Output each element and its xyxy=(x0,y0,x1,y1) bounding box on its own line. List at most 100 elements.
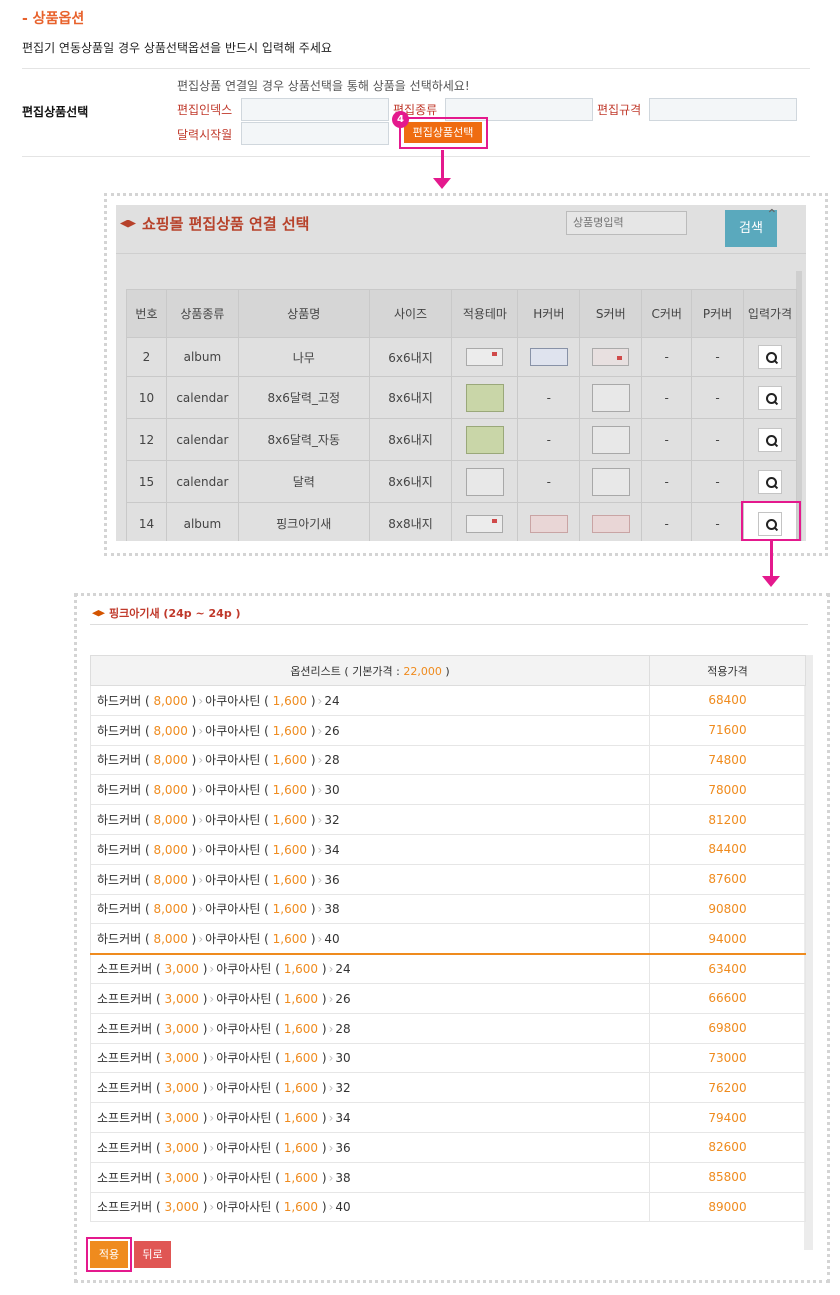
table-row[interactable]: 10 calendar 8x6달력_고정 8x6내지 - - - xyxy=(126,376,797,419)
option-row[interactable]: 하드커버 ( 8,000 ) › 아쿠아사틴 ( 1,600 ) › 24 68400 xyxy=(90,685,806,716)
cell-hcover xyxy=(517,502,581,541)
option-row[interactable]: 하드커버 ( 8,000 ) › 아쿠아사틴 ( 1,600 ) › 34 84400 xyxy=(90,834,806,865)
option-row[interactable]: 소프트커버 ( 3,000 ) › 아쿠아사틴 ( 1,600 ) › 40 89000 xyxy=(90,1192,806,1223)
arrow-head xyxy=(433,178,451,189)
option-row[interactable]: 하드커버 ( 8,000 ) › 아쿠아사틴 ( 1,600 ) › 32 81200 xyxy=(90,804,806,835)
applied-price: 69800 xyxy=(649,1013,806,1044)
paper-price: 1,600 xyxy=(283,1200,319,1215)
option-row[interactable]: 소프트커버 ( 3,000 ) › 아쿠아사틴 ( 1,600 ) › 24 63400 xyxy=(90,953,806,984)
paper-name: 아쿠아사틴 xyxy=(216,1081,272,1096)
col-header: 적용테마 xyxy=(451,289,519,338)
cover-name: 하드커버 xyxy=(97,872,142,887)
page-count: 38 xyxy=(335,1170,351,1185)
option-row[interactable]: 소프트커버 ( 3,000 ) › 아쿠아사틴 ( 1,600 ) › 30 73000 xyxy=(90,1043,806,1074)
option-row[interactable]: 소프트커버 ( 3,000 ) › 아쿠아사틴 ( 1,600 ) › 34 79400 xyxy=(90,1102,806,1133)
chevron-up-icon[interactable]: ⌃ xyxy=(766,207,778,223)
cover-name: 소프트커버 xyxy=(97,962,153,977)
spec-input[interactable] xyxy=(649,98,797,121)
paper-price: 1,600 xyxy=(283,1021,319,1036)
option-row[interactable]: 하드커버 ( 8,000 ) › 아쿠아사틴 ( 1,600 ) › 30 78000 xyxy=(90,774,806,806)
applied-price: 73000 xyxy=(649,1043,806,1074)
paper-name: 아쿠아사틴 xyxy=(205,872,261,887)
applied-price: 71600 xyxy=(649,715,806,746)
start-month-label: 달력시작월 xyxy=(177,128,233,142)
cell-kind: calendar xyxy=(165,376,239,419)
table-row[interactable]: 14 album 핑크아기새 8x8내지 - - xyxy=(126,502,797,541)
cell-name: 핑크아기새 xyxy=(237,502,370,541)
cell-theme xyxy=(451,418,519,461)
search-icon[interactable] xyxy=(758,345,782,369)
search-icon[interactable] xyxy=(758,427,782,452)
chevron-right-icon: › xyxy=(209,1170,215,1185)
chevron-right-icon: › xyxy=(328,1140,334,1155)
cell-scover xyxy=(579,337,643,377)
divider xyxy=(22,68,810,69)
option-row[interactable]: 하드커버 ( 8,000 ) › 아쿠아사틴 ( 1,600 ) › 38 90800 xyxy=(90,894,806,925)
cover-name: 소프트커버 xyxy=(97,1021,153,1036)
option-row[interactable]: 소프트커버 ( 3,000 ) › 아쿠아사틴 ( 1,600 ) › 32 76200 xyxy=(90,1072,806,1104)
select-product-button[interactable]: 편집상품선택 xyxy=(404,122,482,143)
chevron-right-icon: › xyxy=(317,902,323,917)
page-count: 30 xyxy=(324,783,340,798)
section-note: 편집기 연동상품일 경우 상품선택옵션을 반드시 입력해 주세요 xyxy=(22,41,332,55)
cover-price: 3,000 xyxy=(164,1111,199,1126)
cell-theme xyxy=(451,502,519,541)
chevron-right-icon: › xyxy=(209,962,215,977)
table-header-row: 번호 상품종류 상품명 사이즈 적용테마 H커버 S커버 C커버 P커버 입력가… xyxy=(126,289,797,338)
apply-button[interactable]: 적용 xyxy=(90,1241,128,1268)
paper-name: 아쿠아사틴 xyxy=(216,1140,272,1155)
graduation-cap-icon xyxy=(120,219,136,228)
index-input[interactable] xyxy=(241,98,389,121)
paper-price: 1,600 xyxy=(272,693,308,708)
cover-price: 3,000 xyxy=(164,1170,199,1185)
page-count: 26 xyxy=(324,723,340,738)
table-row[interactable]: 15 calendar 달력 8x6내지 - - - xyxy=(126,460,797,503)
option-row[interactable]: 하드커버 ( 8,000 ) › 아쿠아사틴 ( 1,600 ) › 28 74800 xyxy=(90,745,806,776)
option-row[interactable]: 소프트커버 ( 3,000 ) › 아쿠아사틴 ( 1,600 ) › 38 85800 xyxy=(90,1162,806,1193)
paper-price: 1,600 xyxy=(272,842,308,857)
cell-no: 14 xyxy=(126,502,167,541)
cover-name: 소프트커버 xyxy=(97,1170,153,1185)
back-button[interactable]: 뒤로 xyxy=(134,1241,171,1268)
option-row[interactable]: 소프트커버 ( 3,000 ) › 아쿠아사틴 ( 1,600 ) › 36 82600 xyxy=(90,1132,806,1163)
col-header: 상품명 xyxy=(237,289,370,338)
table-row[interactable]: 2 album 나무 6x6내지 - - xyxy=(126,337,797,377)
paper-price: 1,600 xyxy=(272,753,308,768)
search-icon[interactable] xyxy=(758,385,782,410)
scover-thumbnail xyxy=(592,348,630,366)
product-search-input[interactable] xyxy=(566,211,687,235)
option-row[interactable]: 소프트커버 ( 3,000 ) › 아쿠아사틴 ( 1,600 ) › 26 66600 xyxy=(90,983,806,1014)
cell-action xyxy=(743,418,797,461)
scover-thumbnail xyxy=(591,514,630,533)
paper-price: 1,600 xyxy=(283,1051,319,1066)
paper-name: 아쿠아사틴 xyxy=(216,1021,272,1036)
cover-name: 하드커버 xyxy=(97,783,142,798)
cover-price: 3,000 xyxy=(164,1021,199,1036)
cover-name: 소프트커버 xyxy=(97,1081,153,1096)
chevron-right-icon: › xyxy=(198,693,204,708)
option-row[interactable]: 하드커버 ( 8,000 ) › 아쿠아사틴 ( 1,600 ) › 40 94000 xyxy=(90,923,806,955)
paper-price: 1,600 xyxy=(272,902,308,917)
option-row[interactable]: 소프트커버 ( 3,000 ) › 아쿠아사틴 ( 1,600 ) › 28 69800 xyxy=(90,1013,806,1044)
chevron-right-icon: › xyxy=(328,1081,334,1096)
chevron-right-icon: › xyxy=(317,842,323,857)
chevron-right-icon: › xyxy=(209,1200,215,1215)
chevron-right-icon: › xyxy=(317,932,323,947)
cell-theme xyxy=(451,337,519,377)
option-desc: 소프트커버 ( 3,000 ) › 아쿠아사틴 ( 1,600 ) › 40 xyxy=(90,1192,650,1223)
search-icon[interactable] xyxy=(758,469,782,494)
cover-price: 3,000 xyxy=(164,1200,199,1215)
chevron-right-icon: › xyxy=(209,1081,215,1096)
cover-name: 하드커버 xyxy=(97,693,142,708)
option-row[interactable]: 하드커버 ( 8,000 ) › 아쿠아사틴 ( 1,600 ) › 36 87600 xyxy=(90,864,806,895)
cell-kind: album xyxy=(165,337,239,377)
option-row[interactable]: 하드커버 ( 8,000 ) › 아쿠아사틴 ( 1,600 ) › 26 71600 xyxy=(90,715,806,746)
cell-ccover: - xyxy=(641,376,693,419)
paper-price: 1,600 xyxy=(272,813,308,828)
page-count: 28 xyxy=(335,1021,351,1036)
cell-pcover: - xyxy=(691,337,745,377)
start-month-input[interactable] xyxy=(241,122,389,145)
chevron-right-icon: › xyxy=(198,872,204,887)
page-count: 26 xyxy=(335,991,351,1006)
table-row[interactable]: 12 calendar 8x6달력_자동 8x6내지 - - - xyxy=(126,418,797,461)
